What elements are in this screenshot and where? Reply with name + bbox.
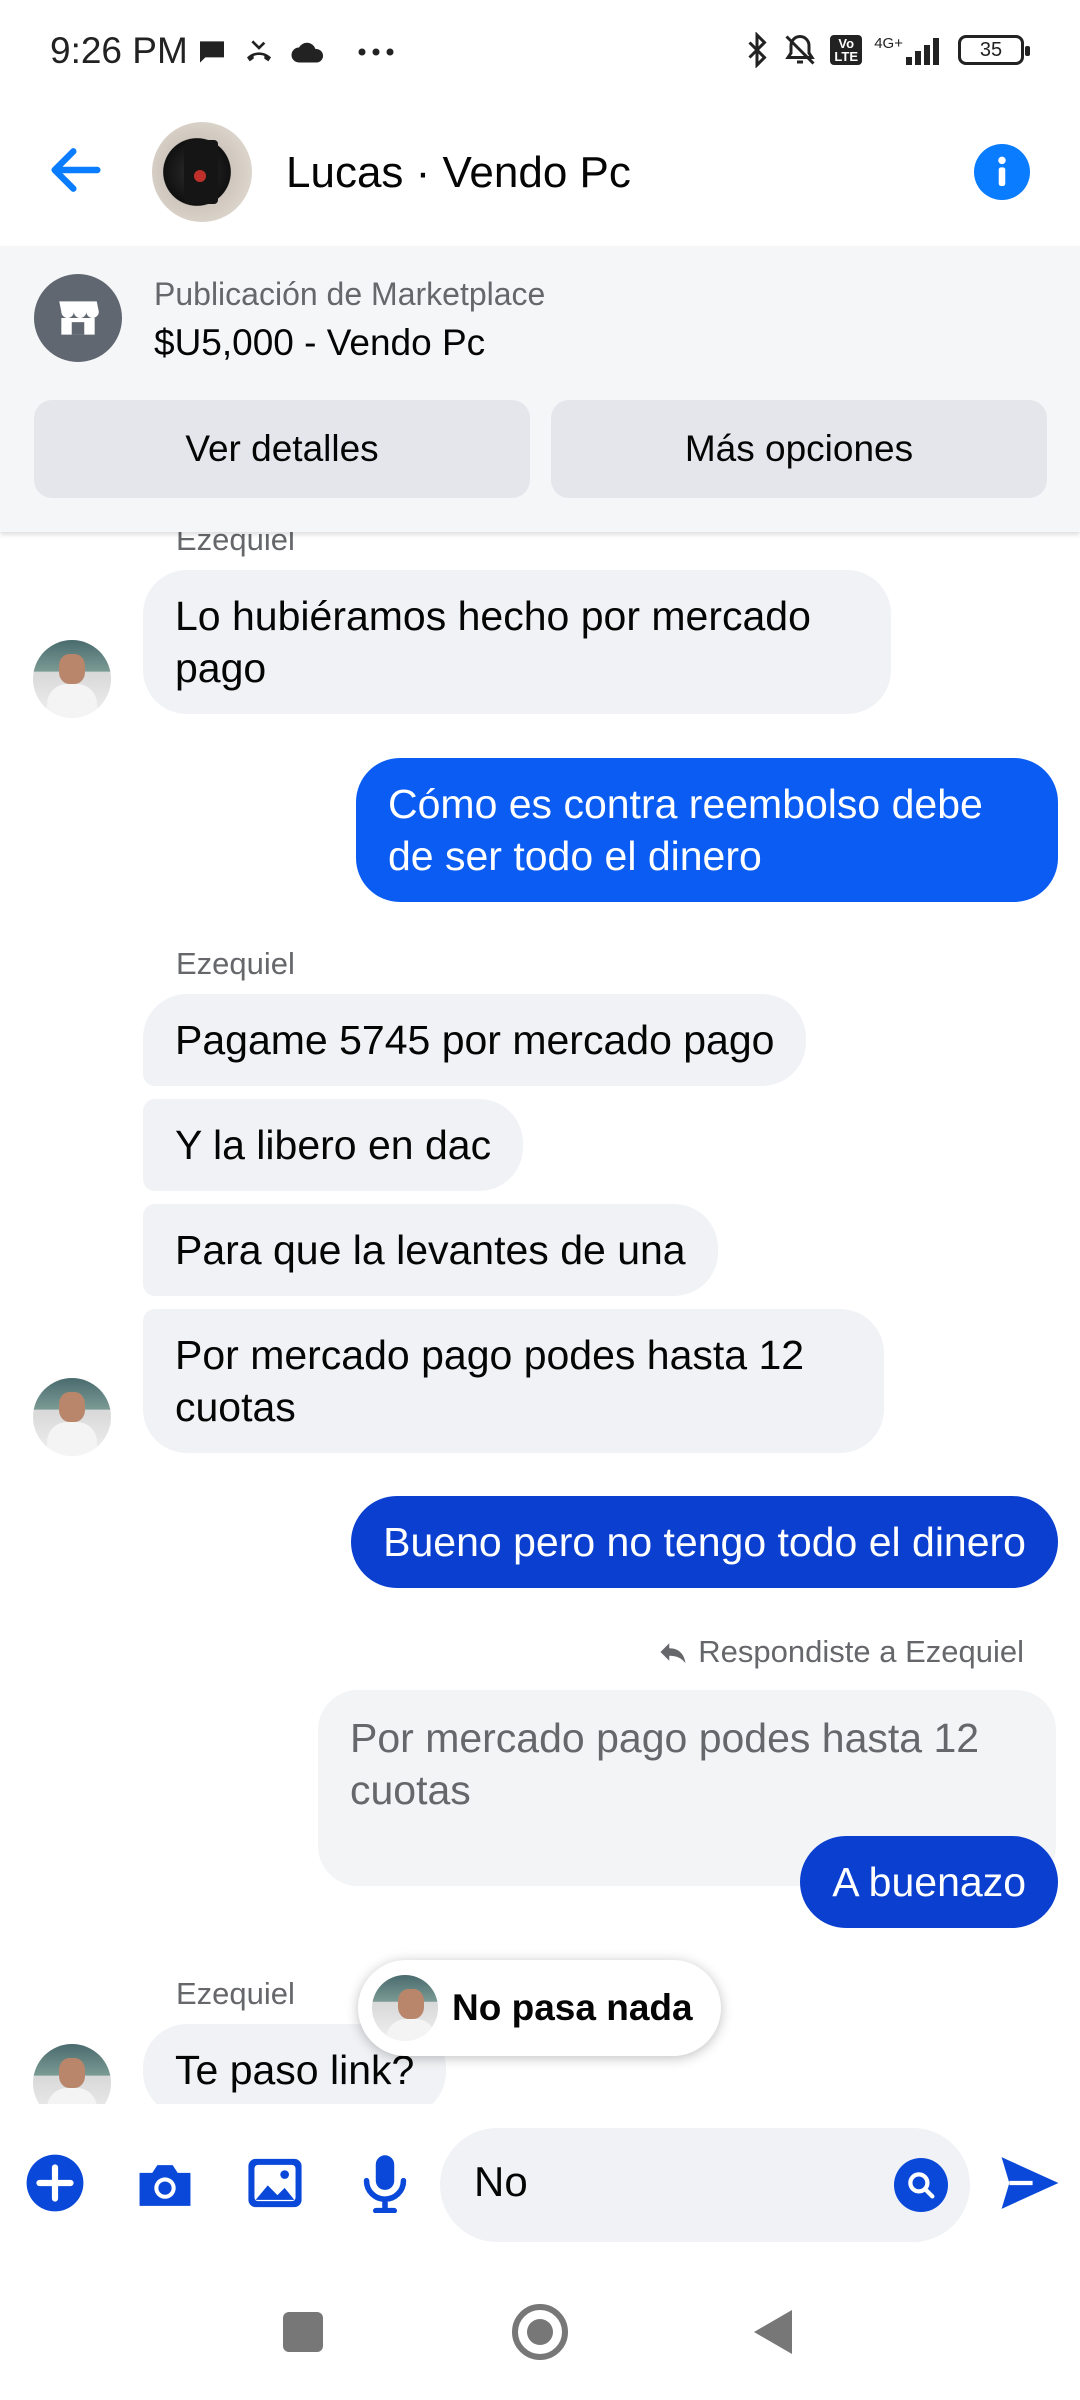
gallery-button[interactable] [242, 2150, 308, 2216]
contact-name[interactable]: Lucas · Vendo Pc [286, 148, 631, 198]
storefront-icon [34, 274, 122, 362]
plus-icon [26, 2154, 84, 2212]
message-incoming[interactable]: Y la libero en dac [143, 1099, 524, 1191]
message-incoming[interactable]: Pagame 5745 por mercado pago [143, 994, 807, 1086]
system-nav-bar [0, 2264, 1080, 2400]
sender-name: Ezequiel [176, 1976, 295, 2011]
sender-avatar[interactable] [33, 2044, 111, 2104]
toast-text: No pasa nada [452, 1987, 693, 2028]
info-button[interactable] [974, 144, 1030, 200]
voice-button[interactable] [352, 2150, 418, 2216]
signal-4g-icon: 4G+ [874, 35, 946, 65]
message-incoming[interactable]: Para que la levantes de una [143, 1204, 718, 1296]
volte-icon: Vo LTE [830, 35, 863, 65]
sender-name: Ezequiel [176, 946, 295, 981]
bluetooth-icon [748, 32, 767, 68]
mute-icon [785, 34, 816, 65]
battery-icon: 35 [958, 35, 1030, 65]
sender-name: Ezequiel [176, 532, 295, 557]
back-nav-button[interactable] [754, 2310, 792, 2354]
arrow-left-icon [51, 148, 101, 192]
contact-avatar[interactable] [152, 122, 252, 222]
status-time: 9:26 PM [50, 30, 188, 71]
message-outgoing[interactable]: Cómo es contra reembolso debe de ser tod… [356, 758, 1058, 902]
message-icon [200, 41, 224, 63]
camera-button[interactable] [132, 2150, 198, 2216]
camera-icon [139, 2165, 191, 2206]
message-incoming[interactable]: Lo hubiéramos hecho por mercado pago [143, 570, 891, 714]
search-icon [908, 2172, 935, 2199]
more-options-button[interactable]: Más opciones [551, 400, 1047, 498]
missed-call-icon [247, 40, 271, 62]
image-icon [248, 2158, 302, 2208]
info-icon [998, 156, 1006, 186]
marketplace-listing-title[interactable]: $U5,000 - Vendo Pc [154, 322, 485, 364]
send-icon [1001, 2157, 1059, 2209]
more-dots-icon [358, 48, 394, 56]
sender-avatar[interactable] [33, 640, 111, 718]
marketplace-subtitle: Publicación de Marketplace [154, 276, 546, 312]
home-button[interactable] [512, 2304, 568, 2360]
message-input[interactable]: No [440, 2128, 970, 2242]
message-outgoing[interactable]: A buenazo [800, 1836, 1058, 1928]
reply-arrow-icon [660, 1643, 686, 1664]
status-bar: 9:26 PM Vo LTE 4G+ 35 [0, 0, 1080, 108]
message-input-text[interactable]: No [474, 2158, 528, 2206]
plus-button[interactable] [22, 2150, 88, 2216]
cloud-icon [291, 42, 324, 63]
sender-avatar[interactable] [33, 1378, 111, 1456]
message-incoming[interactable]: Por mercado pago podes hasta 12 cuotas [143, 1309, 884, 1453]
reply-label: Respondiste a Ezequiel [658, 1634, 1024, 1670]
typing-preview-toast[interactable]: No pasa nada [358, 1960, 721, 2056]
marketplace-card: Publicación de Marketplace $U5,000 - Ven… [0, 246, 1080, 532]
message-composer: No [0, 2104, 1080, 2264]
chat-header: Lucas · Vendo Pc [0, 108, 1080, 246]
view-details-button[interactable]: Ver detalles [34, 400, 530, 498]
send-button[interactable] [994, 2150, 1066, 2216]
recents-button[interactable] [283, 2312, 323, 2352]
message-list[interactable]: Ezequiel Lo hubiéramos hecho por mercado… [0, 532, 1080, 2104]
back-button[interactable] [44, 138, 108, 202]
toast-avatar [372, 1975, 438, 2041]
message-outgoing[interactable]: Bueno pero no tengo todo el dinero [351, 1496, 1058, 1588]
microphone-icon [363, 2155, 407, 2213]
search-button[interactable] [894, 2158, 948, 2212]
